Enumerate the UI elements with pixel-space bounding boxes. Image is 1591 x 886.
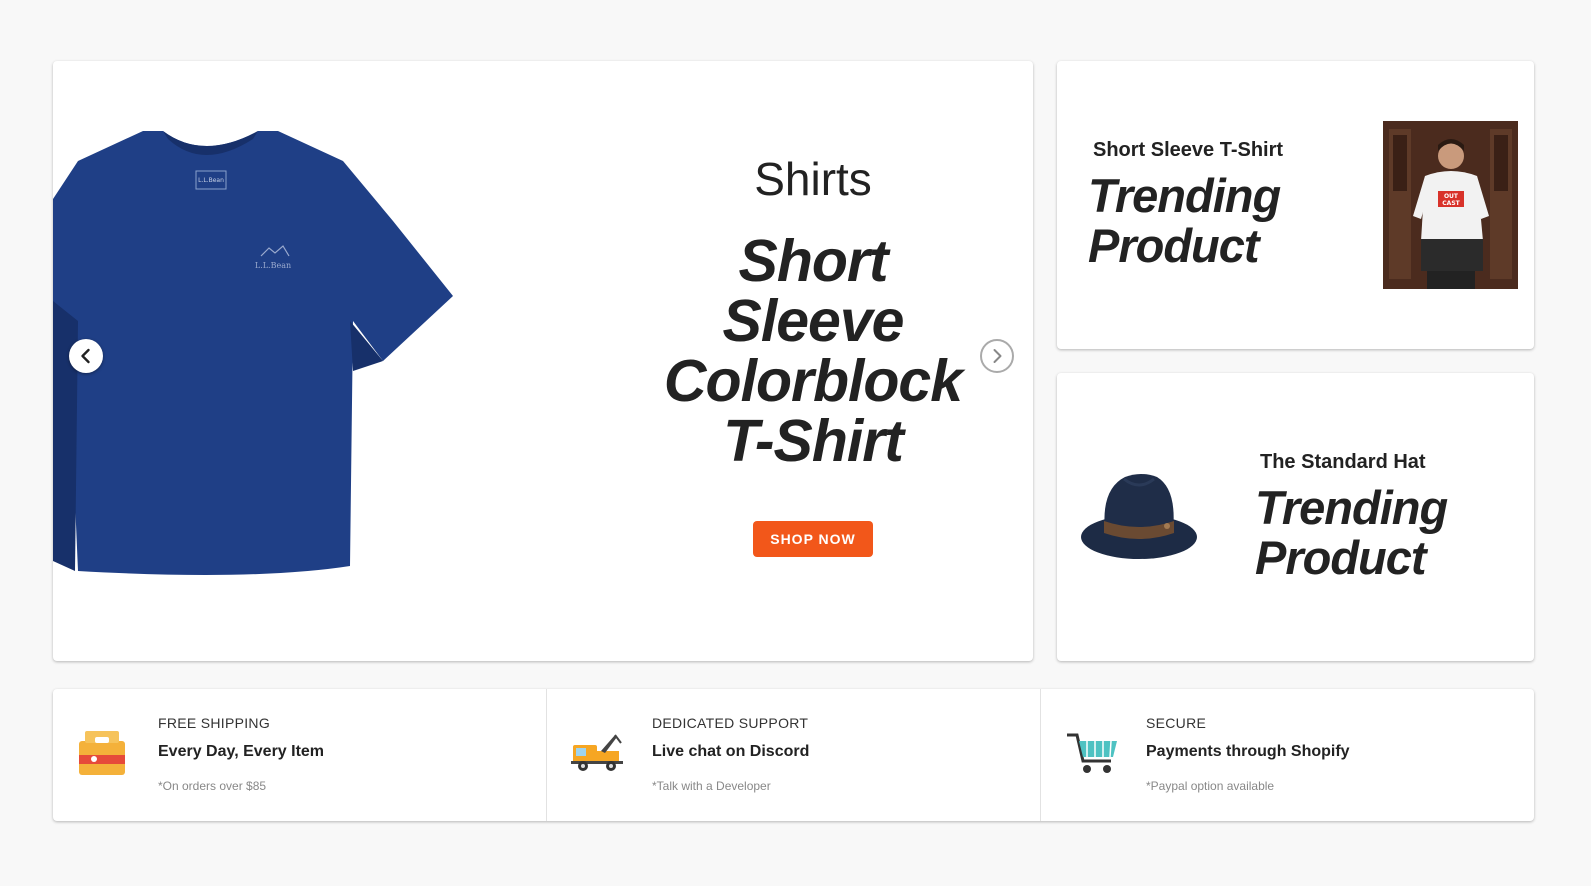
shirt-logo: L.L.Bean — [255, 261, 291, 270]
feature-main: Payments through Shopify — [1146, 743, 1350, 760]
feature-label: FREE SHIPPING — [158, 715, 271, 731]
trending-card-tshirt[interactable]: Short Sleeve T-Shirt Trending Product OU… — [1057, 61, 1534, 349]
feature-label: SECURE — [1146, 715, 1207, 731]
feature-note: *On orders over $85 — [158, 779, 267, 793]
tow-truck-icon — [571, 734, 623, 771]
shirt-print: CAST — [1442, 200, 1460, 207]
feature-main: Every Day, Every Item — [158, 743, 325, 760]
shop-now-button[interactable]: SHOP NOW — [753, 521, 873, 557]
feature-main: Live chat on Discord — [652, 743, 810, 760]
feature-note: *Paypal option available — [1146, 779, 1275, 793]
hero-title-line: Short — [738, 228, 888, 294]
feature-note: *Talk with a Developer — [652, 779, 771, 793]
feature-label: DEDICATED SUPPORT — [652, 715, 809, 731]
carousel-prev-button[interactable] — [69, 339, 103, 373]
package-icon — [79, 731, 125, 775]
trending-title: Trending Product — [1088, 169, 1281, 272]
trending-title-line: Trending — [1255, 481, 1448, 534]
hero-text: Shirts Short Sleeve Colorblock T-Shirt S… — [593, 151, 1033, 557]
hero-carousel: L.L.Bean L.L.Bean Shirts Short Sleeve Co… — [53, 61, 1033, 661]
trending-title-line: Product — [1255, 531, 1427, 584]
feature-secure: SECURE Payments through Shopify *Paypal … — [1040, 689, 1534, 821]
shirt-print: OUT — [1444, 193, 1459, 200]
chevron-right-icon — [993, 349, 1002, 363]
shopping-cart-icon — [1067, 733, 1117, 773]
trending-title-line: Product — [1088, 219, 1260, 272]
hero-title-line: T-Shirt — [723, 408, 904, 474]
hero-title: Short Sleeve Colorblock T-Shirt — [593, 231, 1033, 471]
hat-image — [1081, 474, 1197, 559]
feature-dedicated-support: DEDICATED SUPPORT Live chat on Discord *… — [546, 689, 1040, 821]
hero-title-line: Colorblock — [663, 348, 963, 414]
feature-free-shipping: FREE SHIPPING Every Day, Every Item *On … — [53, 689, 546, 821]
trending-subtitle: The Standard Hat — [1260, 451, 1426, 473]
blue-tshirt-image: L.L.Bean L.L.Bean — [53, 131, 453, 575]
trending-subtitle: Short Sleeve T-Shirt — [1093, 139, 1284, 161]
chevron-left-icon — [81, 348, 90, 364]
shirt-label: L.L.Bean — [198, 177, 224, 184]
product-photo-man-tshirt: OUT CAST — [1383, 121, 1518, 289]
trending-title: Trending Product — [1255, 481, 1448, 584]
hero-category: Shirts — [754, 153, 872, 205]
features-bar: FREE SHIPPING Every Day, Every Item *On … — [53, 689, 1534, 821]
hero-title-line: Sleeve — [722, 288, 905, 354]
trending-card-hat[interactable]: The Standard Hat Trending Product — [1057, 373, 1534, 661]
carousel-next-button[interactable] — [980, 339, 1014, 373]
trending-title-line: Trending — [1088, 169, 1281, 222]
